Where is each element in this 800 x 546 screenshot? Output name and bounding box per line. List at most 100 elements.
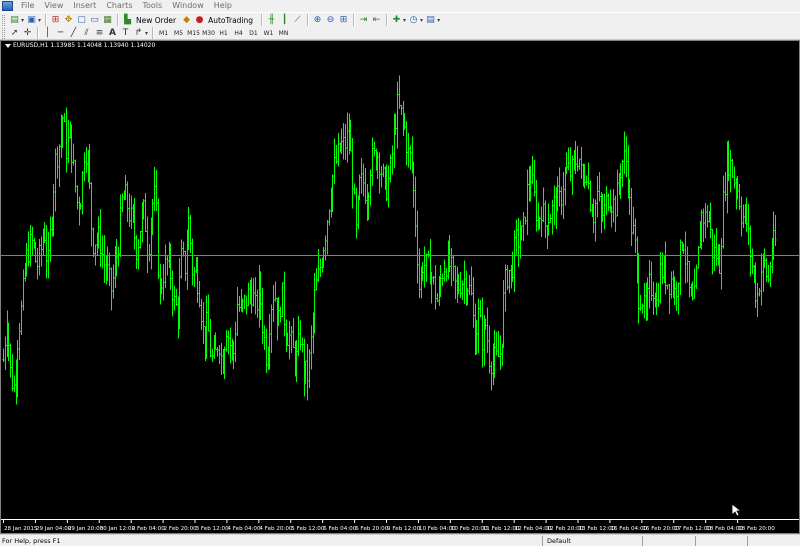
ohlc-bar [409,145,412,171]
ohlc-bar [639,295,642,311]
new-chart-button[interactable]: ▤ ▾ [9,14,24,26]
price-chart[interactable]: 28 Jan 201529 Jan 04:0029 Jan 20:0030 Ja… [1,41,799,533]
ohlc-bar [369,169,372,206]
ohlc-bar [630,188,633,246]
timeframe-h1[interactable]: H1 [216,28,231,39]
metaeditor-button[interactable]: ◆ [181,14,192,26]
ohlc-bar [218,344,221,364]
ohlc-bar [724,171,727,202]
toolbar-grip[interactable] [2,14,5,26]
terminal-icon: ▭ [90,14,99,25]
ohlc-bar [31,226,34,256]
autoscroll-button[interactable]: ⇤ [371,14,382,26]
chart-menu-icon[interactable] [5,43,11,48]
ohlc-bar [90,181,93,247]
ohlc-bar [288,320,291,360]
status-help-text: For Help, press F1 [2,536,61,545]
ohlc-bar [382,163,385,178]
ohlc-bar [387,165,390,208]
periods-button[interactable]: ◷ ▾ [408,14,423,26]
text-icon: A [109,27,116,38]
ohlc-bar [272,285,275,323]
navigator-button[interactable]: ▢ [76,14,87,26]
ohlc-bar [299,320,302,351]
menu-window[interactable]: Window [167,0,209,12]
autoscroll-icon: ⇤ [372,14,381,25]
ohlc-bar [715,228,718,267]
ohlc-bar [515,219,518,255]
ohlc-bar [477,298,480,354]
ohlc-bar [78,196,81,226]
chart-window[interactable]: 28 Jan 2015 29 Jan 04:00 29 Jan 20:00 30 Ja… [0,40,800,534]
toolbar-separator [117,14,119,26]
market-watch-button[interactable]: ⊞ [50,14,61,26]
timeframe-d1[interactable]: D1 [246,28,261,39]
tile-windows-button[interactable]: ⊞ [338,14,349,26]
ohlc-bar [18,322,21,361]
ohlc-bar [648,259,651,309]
horizontal-line-button[interactable]: ─ [55,27,66,39]
text-label-button[interactable]: T [120,27,131,39]
ohlc-bar [333,138,336,185]
app-icon[interactable] [2,1,13,11]
ohlc-bar [121,193,124,212]
chevron-down-icon: ▾ [145,29,149,37]
ohlc-bar [670,271,673,299]
equidistant-channel-button[interactable]: ⫽ [81,27,92,39]
trendline-button[interactable]: ╱ [68,27,79,39]
menu-view[interactable]: View [39,0,68,12]
ohlc-bar [225,330,228,352]
profiles-button[interactable]: ▣ ▾ [26,14,41,26]
indicators-button[interactable]: ✚ ▾ [391,14,406,26]
toolbar-grip[interactable] [2,27,5,39]
line-chart-button[interactable]: ⟋ [292,14,303,26]
status-cell [694,535,748,546]
bar-chart-button[interactable]: ╫ [266,14,277,26]
cursor-button[interactable]: ➚ [9,27,20,39]
ohlc-bar [193,266,196,287]
fibonacci-button[interactable]: ≡ [94,27,105,39]
ohlc-bar [470,266,473,296]
data-window-button[interactable]: ✥ [63,14,74,26]
menu-charts[interactable]: Charts [101,0,137,12]
terminal-button[interactable]: ▭ [89,14,100,26]
menu-file[interactable]: File [16,0,39,12]
timeframe-h4[interactable]: H4 [231,28,246,39]
ohlc-bar [103,235,106,283]
ohlc-bar [22,269,25,311]
strategy-tester-button[interactable]: ▦ [102,14,113,26]
time-axis-label: 2 Feb 20:00 [164,526,198,532]
zoom-in-icon: ⊕ [313,14,322,25]
ohlc-bar [502,280,505,348]
timeframe-m30[interactable]: M30 [201,28,216,39]
zoom-in-button[interactable]: ⊕ [312,14,323,26]
new-chart-icon: ▤ [10,14,19,25]
menu-insert[interactable]: Insert [68,0,101,12]
vertical-line-button[interactable]: │ [42,27,53,39]
crosshair-button[interactable]: ✛ [22,27,33,39]
templates-icon: ▤ [426,14,435,25]
candlesticks-button[interactable]: ┃ [279,14,290,26]
trendline-icon: ╱ [70,27,77,38]
timeframe-m15[interactable]: M15 [186,28,201,39]
ohlc-bar [729,150,732,193]
timeframe-w1[interactable]: W1 [261,28,276,39]
candlesticks-icon: ┃ [281,14,288,25]
text-button[interactable]: A [107,27,118,39]
templates-button[interactable]: ▤ ▾ [425,14,440,26]
menu-help[interactable]: Help [209,0,237,12]
arrows-button[interactable]: ↱ ▾ [133,27,148,39]
ohlc-bar [774,214,777,247]
chevron-down-icon: ▾ [21,16,25,24]
chart-shift-button[interactable]: ⇥ [358,14,369,26]
ohlc-bar [713,234,716,272]
timeframe-mn[interactable]: MN [276,28,291,39]
timeframe-m5[interactable]: M5 [171,28,186,39]
new-order-button[interactable]: ▙ New Order [122,14,179,26]
ohlc-bar [191,238,194,286]
menu-tools[interactable]: Tools [137,0,167,12]
timeframe-m1[interactable]: M1 [156,28,171,39]
autotrading-button[interactable]: ● AutoTrading [194,14,256,26]
ohlc-bar [767,264,770,283]
zoom-out-button[interactable]: ⊖ [325,14,336,26]
